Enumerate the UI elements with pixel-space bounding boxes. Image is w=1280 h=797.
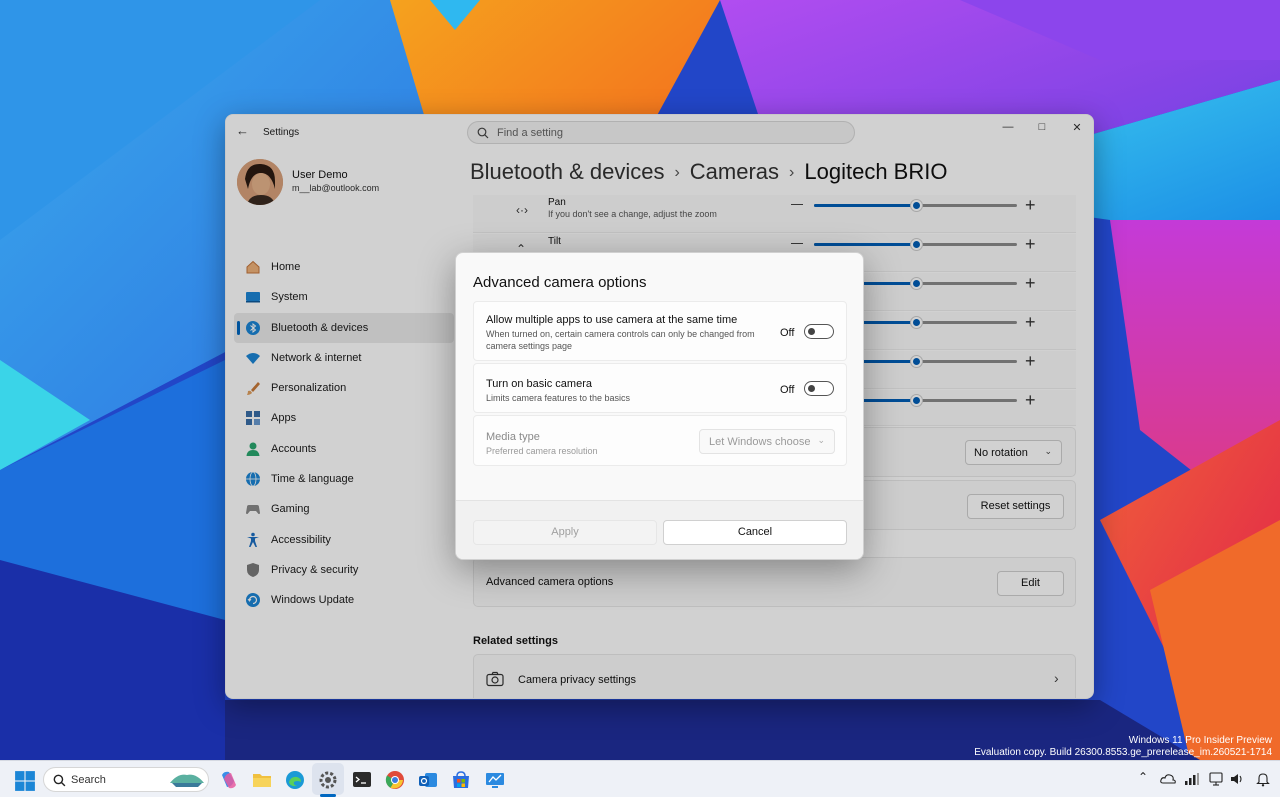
watermark-line2: Evaluation copy. Build 26300.8553.ge_pre… [974,747,1272,758]
cancel-button[interactable]: Cancel [663,520,847,545]
taskbar: Search ⌃ [0,760,1280,797]
outlook-icon[interactable] [417,769,439,791]
toggle-state: Off [780,327,795,339]
watermark-line1: Windows 11 Pro Insider Preview [1128,735,1272,746]
terminal-icon[interactable] [351,769,373,791]
file-explorer-icon[interactable] [251,769,273,791]
copilot-icon[interactable] [218,769,240,791]
basic-camera-toggle[interactable] [804,381,834,396]
dialog-footer: Apply Cancel [456,500,863,559]
chevron-down-icon: ⌄ [817,435,825,445]
apply-button[interactable]: Apply [473,520,657,545]
option-desc: When turned on, certain camera controls … [486,329,755,351]
option-desc: Limits camera features to the basics [486,393,631,403]
search-icon [53,774,66,787]
display-icon[interactable] [1209,772,1223,786]
volume-icon[interactable] [1230,772,1244,786]
store-icon[interactable] [450,769,472,791]
taskbar-search-placeholder: Search [71,774,106,786]
advanced-camera-options-dialog: Advanced camera options Allow multiple a… [455,252,864,560]
media-type-value: Let Windows choose [709,436,811,448]
show-hidden-icons-chevron-up-icon[interactable]: ⌃ [1138,770,1148,784]
toggle-state: Off [780,384,795,396]
chrome-icon[interactable] [384,769,406,791]
start-button[interactable] [14,770,36,792]
option-title: Allow multiple apps to use camera at the… [486,314,738,326]
media-type-dropdown[interactable]: Let Windows choose ⌄ [699,429,835,454]
notifications-bell-icon[interactable] [1256,771,1270,787]
option-title: Turn on basic camera [486,378,592,390]
search-highlight-icon [170,774,204,787]
network-icon[interactable] [1184,772,1200,786]
multi-app-toggle[interactable] [804,324,834,339]
windows-watermark: Windows 11 Pro Insider Preview Evaluatio… [974,735,1272,759]
edge-icon[interactable] [284,769,306,791]
settings-gear-icon[interactable] [317,769,339,791]
taskbar-search[interactable]: Search [43,767,209,792]
multi-app-camera-option: Allow multiple apps to use camera at the… [473,301,847,361]
basic-camera-option: Turn on basic camera Limits camera featu… [473,363,847,413]
option-desc: Preferred camera resolution [486,446,598,456]
option-title: Media type [486,431,540,443]
media-type-option: Media type Preferred camera resolution L… [473,415,847,466]
dialog-title: Advanced camera options [473,274,647,291]
onedrive-icon[interactable] [1160,772,1176,786]
remote-desktop-icon[interactable] [484,769,506,791]
